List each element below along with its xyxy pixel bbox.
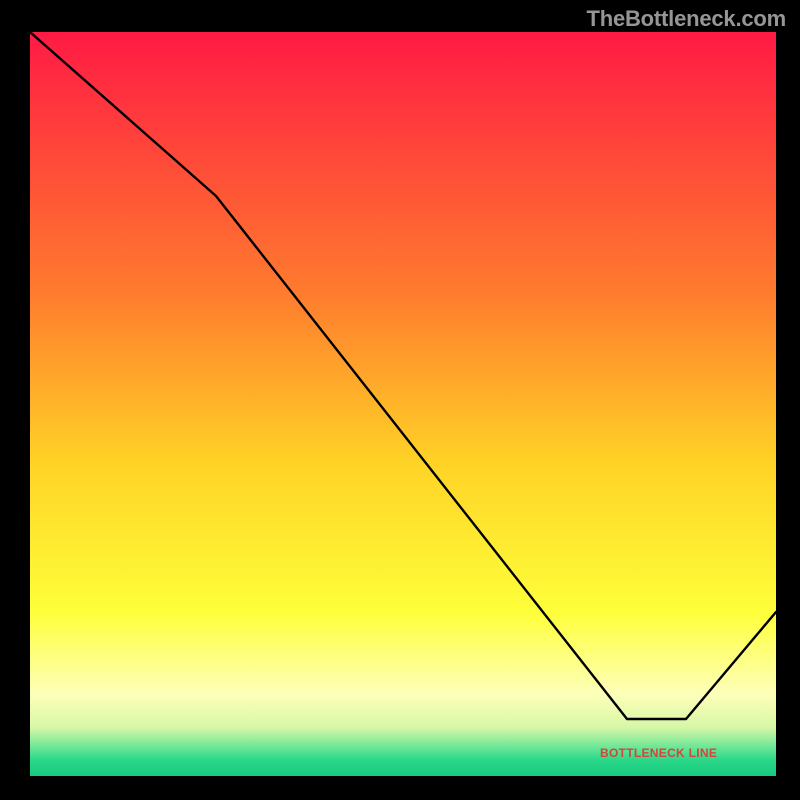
gradient-background [30,32,776,776]
chart-svg [30,32,776,776]
plot-area: BOTTLENECK LINE [30,32,776,776]
bottleneck-marker-label: BOTTLENECK LINE [600,746,717,760]
chart-container: TheBottleneck.com BOTTLENECK LINE [0,0,800,800]
watermark-text: TheBottleneck.com [586,6,786,32]
